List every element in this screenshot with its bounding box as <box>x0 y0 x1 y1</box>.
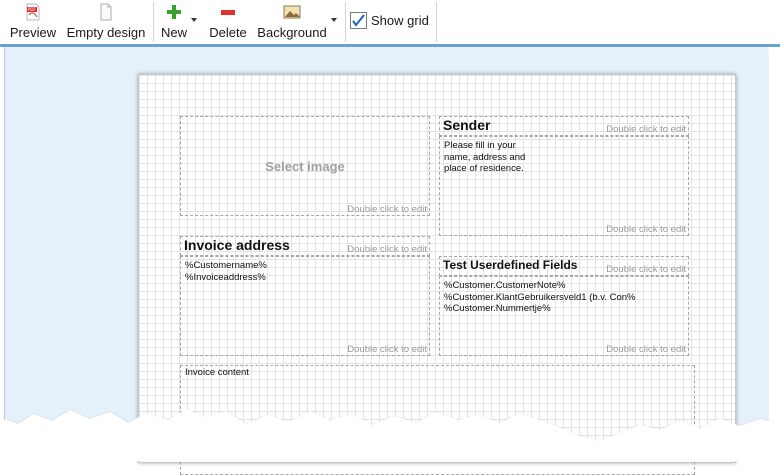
empty-design-label: Empty design <box>66 25 146 40</box>
toolbar-separator <box>345 2 346 42</box>
toolbar: PDF Preview Empty design New Delete Back… <box>0 0 780 44</box>
toolbar-separator <box>436 2 437 42</box>
invoice-address-body-zone[interactable]: %Customername% %Invoiceaddress% Double c… <box>180 256 430 356</box>
select-image-label: Select image <box>265 159 345 174</box>
sender-title: Sender <box>443 117 491 133</box>
background-button[interactable]: Background <box>255 0 329 44</box>
invoice-address-line: %Customername% <box>185 260 267 271</box>
invoice-address-title: Invoice address <box>184 237 290 253</box>
delete-label: Delete <box>209 25 247 40</box>
userdefined-line: %Customer.CustomerNote% <box>444 280 566 291</box>
userdefined-line: %Customer.KlantGebruikersveld1 (b.v. Con… <box>444 291 636 303</box>
userdefined-text: %Customer.CustomerNote% %Customer.KlantG… <box>444 280 636 315</box>
checkbox-check-icon <box>352 14 365 27</box>
invoice-content-zone[interactable]: Invoice content <box>180 365 695 475</box>
double-click-hint: Double click to edit <box>606 264 686 275</box>
show-grid-checkbox[interactable] <box>350 12 367 29</box>
logo-image-zone[interactable]: Select image Double click to edit <box>180 116 430 216</box>
show-grid-label: Show grid <box>371 13 429 28</box>
userdefined-body-zone[interactable]: %Customer.CustomerNote% %Customer.KlantG… <box>439 276 689 356</box>
new-button[interactable]: New <box>157 0 191 44</box>
double-click-hint: Double click to edit <box>347 204 427 215</box>
sender-text: Please fill in your name, address and pl… <box>444 140 525 175</box>
pdf-preview-icon: PDF <box>24 3 42 21</box>
empty-page-icon <box>97 3 115 21</box>
sender-line: name, address and <box>444 151 526 163</box>
delete-button[interactable]: Delete <box>206 0 250 44</box>
background-label: Background <box>257 25 327 40</box>
userdefined-title: Test Userdefined Fields <box>443 258 578 272</box>
double-click-hint: Double click to edit <box>347 344 427 355</box>
double-click-hint: Double click to edit <box>606 224 686 235</box>
toolbar-separator <box>153 2 154 42</box>
userdefined-header-zone[interactable]: Test Userdefined Fields Double click to … <box>439 256 689 276</box>
invoice-address-line: %Invoiceaddress% <box>185 271 266 283</box>
new-dropdown-chevron-icon[interactable] <box>191 18 197 22</box>
preview-button[interactable]: PDF Preview <box>6 0 60 44</box>
invoice-content-label: Invoice content <box>185 367 249 378</box>
invoice-address-text: %Customername% %Invoiceaddress% <box>185 260 267 283</box>
background-dropdown-chevron-icon[interactable] <box>331 18 337 22</box>
invoice-address-header-zone[interactable]: Invoice address Double click to edit <box>180 236 430 256</box>
sender-body-zone[interactable]: Please fill in your name, address and pl… <box>439 136 689 236</box>
image-icon <box>283 3 301 21</box>
plus-icon <box>165 3 183 21</box>
svg-text:PDF: PDF <box>28 7 36 12</box>
double-click-hint: Double click to edit <box>606 124 686 135</box>
userdefined-line: %Customer.Nummertje% <box>444 303 551 314</box>
preview-label: Preview <box>9 25 57 40</box>
new-label: New <box>160 25 187 40</box>
sender-line: Please fill in your <box>444 140 516 151</box>
double-click-hint: Double click to edit <box>347 244 427 255</box>
empty-design-button[interactable]: Empty design <box>63 0 149 44</box>
double-click-hint: Double click to edit <box>606 344 686 355</box>
minus-icon <box>219 3 237 21</box>
sender-line: place of residence. <box>444 163 524 174</box>
invoice-page-canvas: Select image Double click to edit Sender… <box>138 74 736 475</box>
sender-header-zone[interactable]: Sender Double click to edit <box>439 116 689 136</box>
